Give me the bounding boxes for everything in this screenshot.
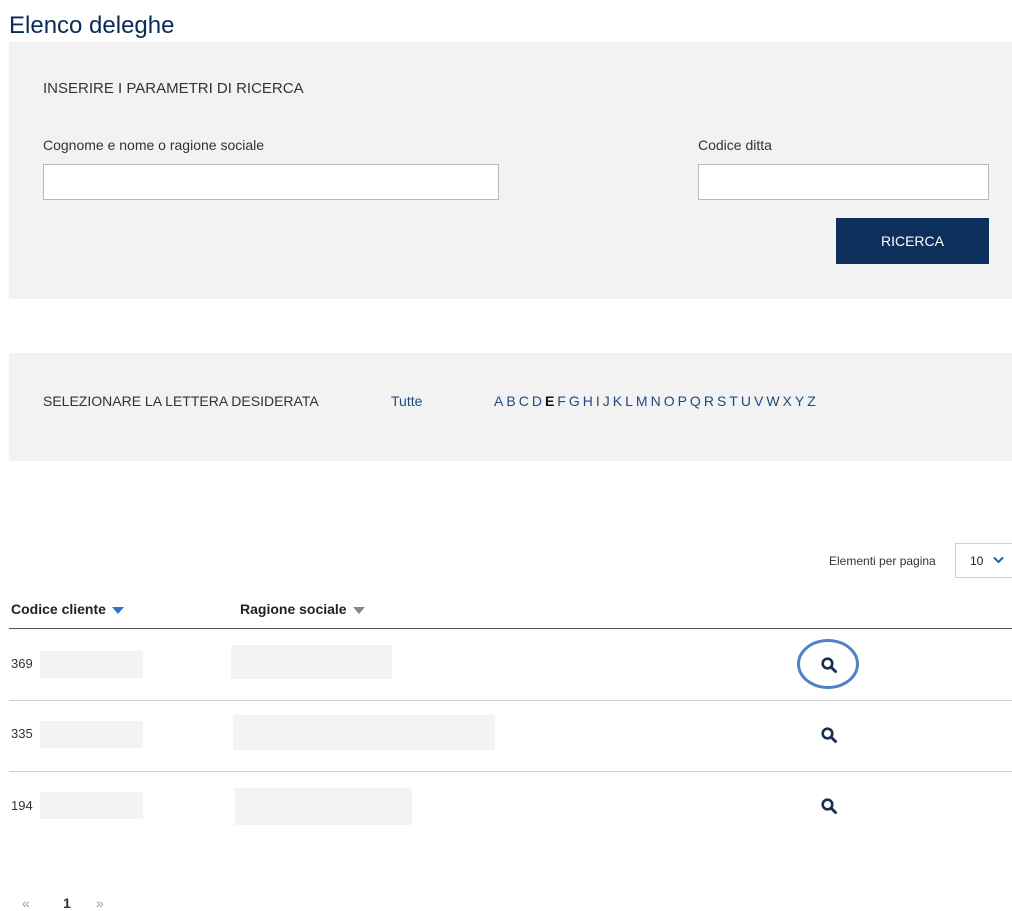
company-code-input[interactable] — [698, 164, 989, 200]
redacted-area — [233, 715, 495, 750]
letter-link-g[interactable]: G — [569, 393, 580, 409]
page-title: Elenco deleghe — [9, 12, 175, 39]
redacted-area — [231, 645, 392, 679]
column-header-client-code[interactable]: Codice cliente — [11, 601, 124, 617]
row-client-code: 369 — [11, 656, 33, 671]
row-divider — [9, 700, 1012, 701]
letter-list: ABCDEFGHIJKLMNOPQRSTUVWXYZ — [494, 393, 816, 409]
search-heading: INSERIRE I PARAMETRI DI RICERCA — [43, 80, 304, 97]
letter-link-k[interactable]: K — [613, 393, 622, 409]
highlight-circle — [797, 639, 859, 689]
letter-link-o[interactable]: O — [664, 393, 675, 409]
per-page-select[interactable]: 10 — [955, 543, 1012, 578]
letter-link-v[interactable]: V — [754, 393, 763, 409]
letter-link-n[interactable]: N — [651, 393, 661, 409]
column-header-label: Codice cliente — [11, 601, 106, 617]
column-header-label: Ragione sociale — [240, 601, 347, 617]
letter-link-z[interactable]: Z — [807, 393, 816, 409]
search-button[interactable]: RICERCA — [836, 218, 989, 264]
name-input[interactable] — [43, 164, 499, 200]
redacted-area — [235, 788, 412, 825]
letter-link-q[interactable]: Q — [690, 393, 701, 409]
letter-link-s[interactable]: S — [717, 393, 726, 409]
redacted-area — [40, 721, 143, 748]
redacted-area — [40, 651, 143, 678]
row-divider — [9, 771, 1012, 772]
pagination-next[interactable]: » — [96, 895, 104, 911]
table-header-divider — [9, 628, 1012, 629]
letter-link-i[interactable]: I — [596, 393, 600, 409]
chevron-down-icon — [993, 555, 1005, 567]
letter-link-b[interactable]: B — [506, 393, 515, 409]
redacted-area — [40, 792, 143, 819]
letter-link-a[interactable]: A — [494, 393, 503, 409]
letter-link-c[interactable]: C — [519, 393, 529, 409]
name-field-label: Cognome e nome o ragione sociale — [43, 137, 265, 153]
per-page-label: Elementi per pagina — [829, 554, 936, 568]
letter-link-y[interactable]: Y — [795, 393, 804, 409]
pagination-page-1[interactable]: 1 — [63, 895, 71, 911]
code-field-label: Codice ditta — [698, 137, 772, 153]
letter-link-h[interactable]: H — [583, 393, 593, 409]
pagination-prev[interactable]: « — [22, 895, 30, 911]
letter-all-link[interactable]: Tutte — [391, 393, 422, 409]
column-header-company-name[interactable]: Ragione sociale — [240, 601, 365, 617]
letter-link-p[interactable]: P — [678, 393, 687, 409]
letter-link-m[interactable]: M — [636, 393, 648, 409]
row-client-code: 335 — [11, 726, 33, 741]
letter-link-j[interactable]: J — [603, 393, 610, 409]
magnifier-icon[interactable] — [820, 726, 838, 744]
magnifier-icon[interactable] — [820, 797, 838, 815]
letter-link-e[interactable]: E — [545, 393, 554, 409]
letter-link-x[interactable]: X — [783, 393, 792, 409]
letter-link-w[interactable]: W — [766, 393, 779, 409]
letter-link-d[interactable]: D — [532, 393, 542, 409]
letter-link-f[interactable]: F — [557, 393, 566, 409]
letter-link-u[interactable]: U — [741, 393, 751, 409]
letter-link-l[interactable]: L — [625, 393, 633, 409]
row-client-code: 194 — [11, 798, 33, 813]
sort-icon — [352, 607, 365, 614]
sort-desc-icon — [111, 607, 124, 614]
letter-link-t[interactable]: T — [729, 393, 738, 409]
letter-link-r[interactable]: R — [704, 393, 714, 409]
letter-filter-label: SELEZIONARE LA LETTERA DESIDERATA — [43, 393, 319, 409]
per-page-value: 10 — [970, 553, 984, 568]
